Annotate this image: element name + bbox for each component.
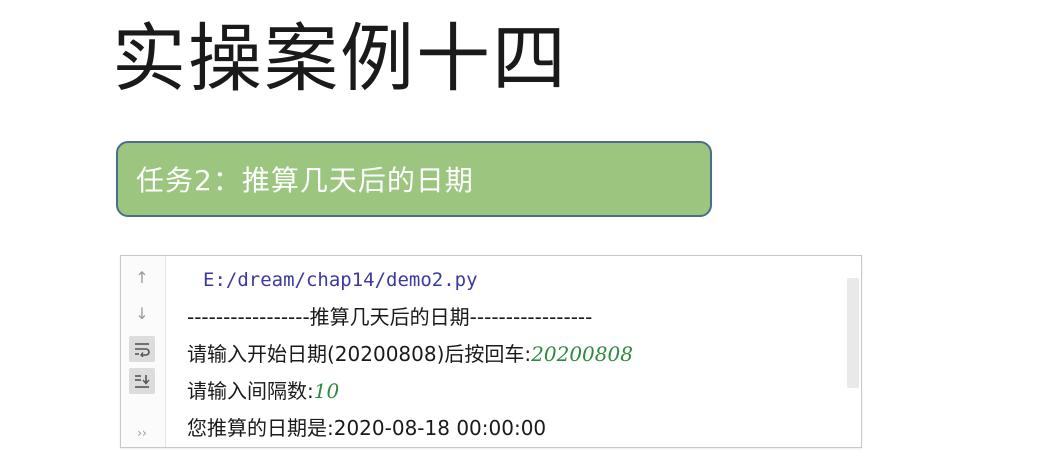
input-start-date: 20200808 <box>531 342 633 366</box>
header-line: -----------------推算几天后的日期---------------… <box>187 299 831 336</box>
prompt-interval: 请输入间隔数: <box>187 379 314 403</box>
scroll-up-icon[interactable]: ↑ <box>129 264 155 290</box>
input-interval: 10 <box>313 379 340 403</box>
script-path-line[interactable]: E:/dream/chap14/demo2.py <box>187 262 831 299</box>
console-toolbar: ↑ ↓ ›› <box>121 256 166 447</box>
more-actions-icon[interactable]: ›› <box>129 420 155 446</box>
result-line: 您推算的日期是:2020-08-18 00:00:00 <box>187 410 831 447</box>
run-console[interactable]: ↑ ↓ ›› E:/dream/chap14/demo2.py --------… <box>120 255 862 448</box>
result-text: 您推算的日期是:2020-08-18 00:00:00 <box>187 416 547 440</box>
slide-title: 实操案例十四 <box>112 16 568 102</box>
prompt-start-date-line: 请输入开始日期(20200808)后按回车:20200808 <box>187 336 831 373</box>
scroll-down-icon[interactable]: ↓ <box>129 300 155 326</box>
scroll-to-end-icon[interactable] <box>129 368 155 394</box>
console-output: E:/dream/chap14/demo2.py ---------------… <box>187 262 831 447</box>
prompt-start-date: 请输入开始日期(20200808)后按回车: <box>187 342 532 366</box>
console-scrollbar[interactable] <box>847 278 859 388</box>
task-banner-label: 任务2：推算几天后的日期 <box>136 164 474 197</box>
soft-wrap-icon[interactable] <box>129 336 155 362</box>
prompt-interval-line: 请输入间隔数:10 <box>187 373 831 410</box>
header-text: -----------------推算几天后的日期---------------… <box>187 305 593 329</box>
task-banner: 任务2：推算几天后的日期 <box>116 141 712 217</box>
